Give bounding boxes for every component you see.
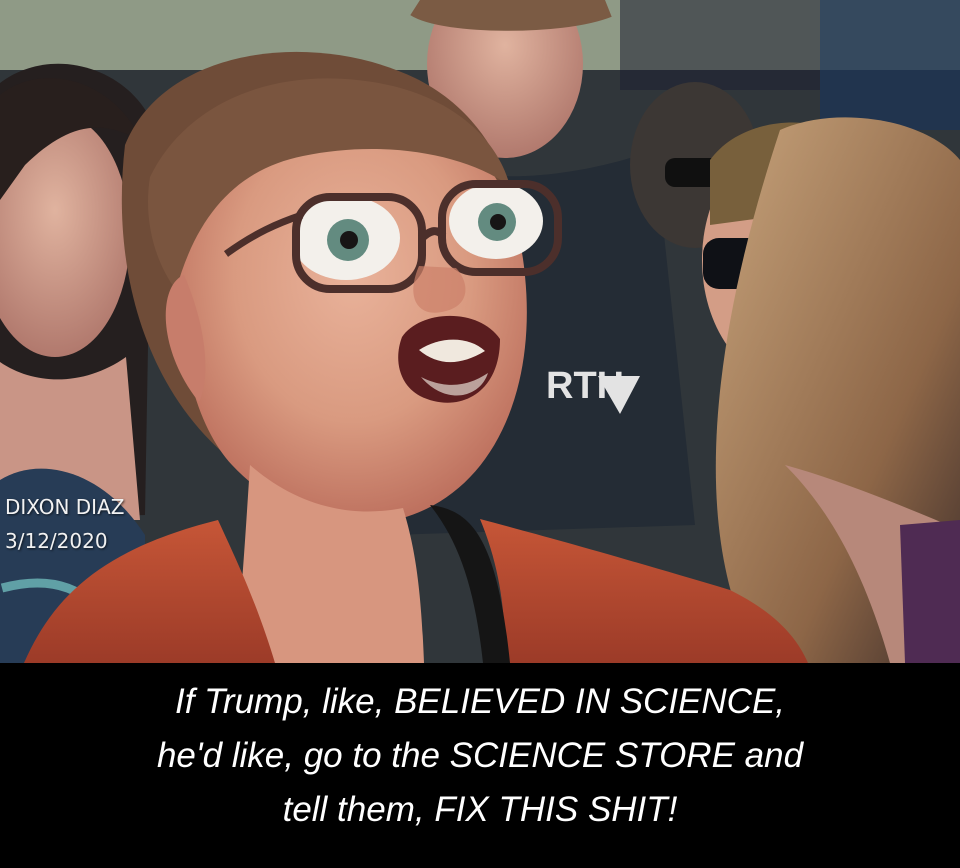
background-poster [820, 0, 960, 130]
crowd-illustration: RTH [0, 0, 960, 663]
caption-line-2: he'd like, go to the SCIENCE STORE and [156, 736, 804, 775]
raised-sign [620, 0, 820, 90]
caption-line-1: If Trump, like, BELIEVED IN SCIENCE, [174, 682, 786, 721]
meme-caption: If Trump, like, BELIEVED IN SCIENCE, he'… [0, 663, 960, 868]
watermark-name: DIXON DIAZ [5, 495, 125, 519]
watermark-date: 3/12/2020 [5, 529, 108, 553]
caption-text-block: If Trump, like, BELIEVED IN SCIENCE, he'… [16, 675, 944, 837]
crowd-photo: RTH DIXON DIAZ 3/12/2020 [0, 0, 960, 663]
meme-image: RTH DIXON DIAZ 3/12/2020 If Trump, like,… [0, 0, 960, 868]
photo-watermark: DIXON DIAZ 3/12/2020 [5, 490, 124, 558]
caption-line-3: tell them, FIX THIS SHIT! [282, 790, 678, 829]
